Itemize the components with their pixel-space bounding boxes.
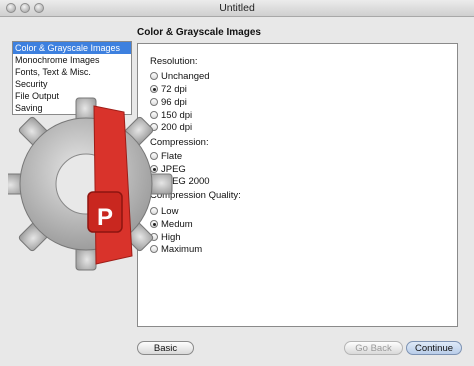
go-back-button[interactable]: Go Back: [344, 341, 403, 355]
compression-label: Compression:: [150, 137, 209, 148]
resolution-option-unchanged[interactable]: Unchanged: [150, 70, 210, 82]
settings-panel: Resolution: Unchanged 72 dpi 96 dpi 150 …: [137, 43, 458, 327]
radio-button[interactable]: [150, 233, 158, 241]
compression-option-flate[interactable]: Flate: [150, 150, 182, 162]
radio-button[interactable]: [150, 220, 158, 228]
resolution-option-150dpi[interactable]: 150 dpi: [150, 109, 192, 121]
radio-button[interactable]: [150, 72, 158, 80]
compression-option-jpeg[interactable]: JPEG: [150, 163, 186, 175]
radio-button[interactable]: [150, 245, 158, 253]
radio-button[interactable]: [150, 152, 158, 160]
basic-button[interactable]: Basic: [137, 341, 194, 355]
sidebar-item-fonts-text[interactable]: Fonts, Text & Misc.: [13, 66, 131, 78]
radio-button[interactable]: [150, 98, 158, 106]
continue-button[interactable]: Continue: [406, 341, 462, 355]
resolution-label: Resolution:: [150, 56, 198, 67]
compression-quality-label: Compression Quality:: [150, 190, 241, 201]
quality-option-high[interactable]: High: [150, 231, 181, 243]
section-title: Color & Grayscale Images: [137, 27, 261, 38]
radio-button[interactable]: [150, 177, 158, 185]
resolution-option-96dpi[interactable]: 96 dpi: [150, 96, 187, 108]
radio-button[interactable]: [150, 123, 158, 131]
window-title: Untitled: [219, 2, 255, 14]
sidebar-item-security[interactable]: Security: [13, 78, 131, 90]
sidebar-item-color-grayscale[interactable]: Color & Grayscale Images: [13, 42, 131, 54]
sidebar-item-saving[interactable]: Saving: [13, 102, 131, 114]
quality-option-maximum[interactable]: Maximum: [150, 243, 202, 255]
category-list: Color & Grayscale Images Monochrome Imag…: [12, 41, 132, 115]
sidebar-item-monochrome[interactable]: Monochrome Images: [13, 54, 131, 66]
radio-button[interactable]: [150, 111, 158, 119]
quality-option-medium[interactable]: Medum: [150, 218, 193, 230]
logo-letter: P: [97, 204, 113, 231]
quality-option-low[interactable]: Low: [150, 205, 178, 217]
radio-button[interactable]: [150, 165, 158, 173]
compression-option-jpeg2000[interactable]: JPEG 2000: [150, 175, 210, 187]
resolution-option-72dpi[interactable]: 72 dpi: [150, 83, 187, 95]
radio-button[interactable]: [150, 85, 158, 93]
sidebar-item-file-output[interactable]: File Output: [13, 90, 131, 102]
title-bar: Untitled: [0, 0, 474, 17]
radio-button[interactable]: [150, 207, 158, 215]
resolution-option-200dpi[interactable]: 200 dpi: [150, 121, 192, 133]
